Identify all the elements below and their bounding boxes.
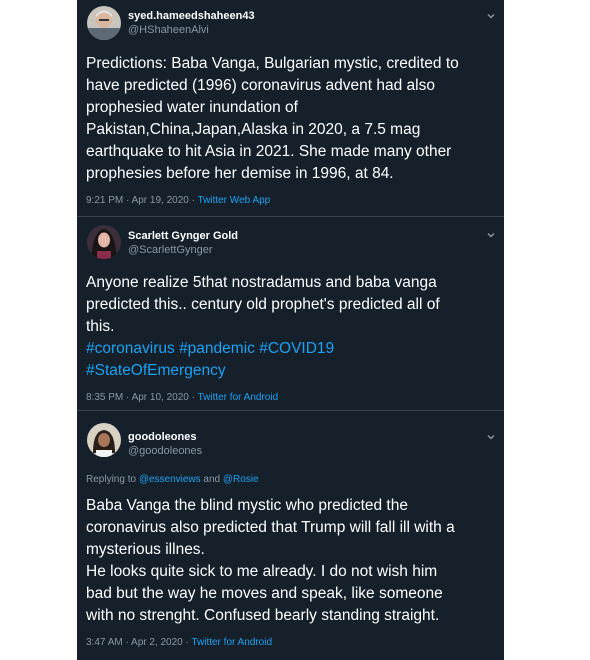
chevron-down-icon[interactable] — [486, 432, 496, 442]
tweet-text: Predictions: Baba Vanga, Bulgarian mysti… — [86, 53, 498, 185]
mention-link[interactable]: @Rosie — [223, 474, 259, 485]
tweet-meta: 3:47 AM · Apr 2, 2020 · Twitter for Andr… — [86, 637, 272, 648]
user-handle[interactable]: @HShaheenAlvi — [128, 24, 209, 36]
display-name[interactable]: Scarlett Gynger Gold — [128, 230, 238, 242]
tweet-feed: syed.hameedshaheen43 @HShaheenAlvi Predi… — [77, 0, 504, 660]
tweet-meta: 9:21 PM · Apr 19, 2020 · Twitter Web App — [86, 195, 270, 206]
tweet-line: predicted this.. century old prophet's p… — [86, 296, 440, 313]
replying-to: Replying to @essenviews and @Rosie — [86, 474, 259, 485]
tweet-card[interactable]: syed.hameedshaheen43 @HShaheenAlvi Predi… — [77, 0, 504, 217]
tweet-line: earthquake to hit Asia in 2021. She made… — [86, 143, 452, 160]
tweet-line: coronavirus also predicted that Trump wi… — [86, 519, 455, 536]
timestamp[interactable]: 8:35 PM · Apr 10, 2020 · — [86, 392, 198, 403]
source-link[interactable]: Twitter Web App — [198, 195, 271, 206]
tweet-line: with no strenght. Confused bearly standi… — [86, 607, 440, 624]
timestamp[interactable]: 3:47 AM · Apr 2, 2020 · — [86, 637, 191, 648]
replying-prefix: Replying to — [86, 474, 139, 485]
tweet-line: Predictions: Baba Vanga, Bulgarian mysti… — [86, 55, 459, 72]
tweet-line: bad but the way he moves and speak, like… — [86, 585, 443, 602]
timestamp[interactable]: 9:21 PM · Apr 19, 2020 · — [86, 195, 198, 206]
avatar[interactable] — [87, 225, 121, 259]
chevron-down-icon[interactable] — [486, 11, 496, 21]
tweet-line: have predicted (1996) coronavirus advent… — [86, 77, 435, 94]
user-handle[interactable]: @ScarlettGynger — [128, 244, 213, 256]
user-handle[interactable]: @goodoleones — [128, 445, 202, 457]
avatar[interactable] — [87, 6, 121, 40]
tweet-line: this. — [86, 318, 115, 335]
tweet-text: Anyone realize 5that nostradamus and bab… — [86, 272, 498, 382]
display-name[interactable]: syed.hameedshaheen43 — [128, 10, 255, 22]
tweet-line: prophesied water inundation of — [86, 99, 298, 116]
replying-and: and — [200, 474, 223, 485]
tweet-line: prophesies before her demise in 1996, at… — [86, 165, 394, 182]
hashtag-link[interactable]: #COVID19 — [259, 340, 334, 357]
chevron-down-icon[interactable] — [486, 230, 496, 240]
tweet-line: Pakistan,China,Japan,Alaska in 2020, a 7… — [86, 121, 421, 138]
source-link[interactable]: Twitter for Android — [198, 392, 279, 403]
hashtag-line: #StateOfEmergency — [86, 360, 498, 382]
hashtag-link[interactable]: #pandemic — [179, 340, 255, 357]
hashtag-link[interactable]: #coronavirus — [86, 340, 175, 357]
hashtag-link[interactable]: #StateOfEmergency — [86, 362, 226, 379]
mention-link[interactable]: @essenviews — [139, 474, 201, 485]
source-link[interactable]: Twitter for Android — [191, 637, 272, 648]
tweet-line: Anyone realize 5that nostradamus and bab… — [86, 274, 437, 291]
display-name[interactable]: goodoleones — [128, 431, 196, 443]
tweet-text: Baba Vanga the blind mystic who predicte… — [86, 495, 498, 627]
tweet-card[interactable]: goodoleones @goodoleones Replying to @es… — [77, 411, 504, 660]
tweet-card[interactable]: Scarlett Gynger Gold @ScarlettGynger Any… — [77, 217, 504, 411]
avatar[interactable] — [87, 423, 121, 457]
tweet-line: mysterious illnes. — [86, 541, 205, 558]
hashtag-line: #coronavirus #pandemic #COVID19 — [86, 338, 498, 360]
tweet-meta: 8:35 PM · Apr 10, 2020 · Twitter for And… — [86, 392, 278, 403]
tweet-line: Baba Vanga the blind mystic who predicte… — [86, 497, 408, 514]
tweet-line: He looks quite sick to me already. I do … — [86, 563, 438, 580]
